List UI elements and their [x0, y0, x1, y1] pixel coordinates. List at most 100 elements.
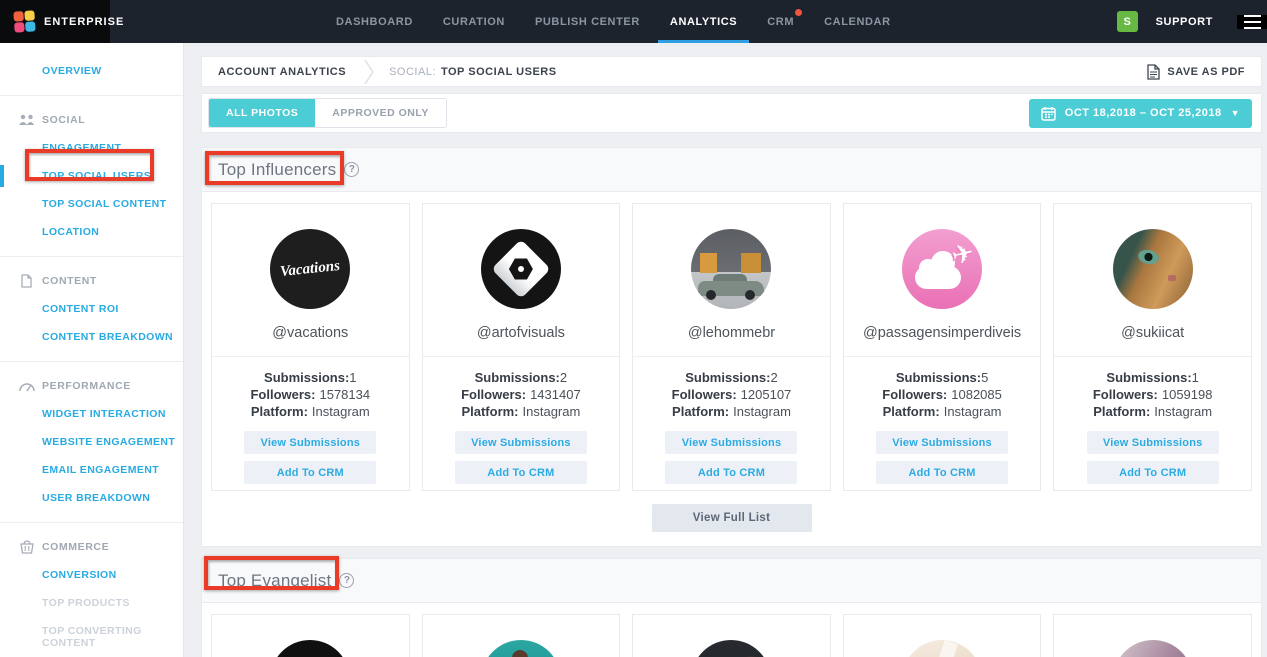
evangelist-card [211, 614, 410, 657]
followers-value: 1205107 [741, 387, 792, 402]
add-to-crm-button[interactable]: Add To CRM [455, 461, 587, 484]
users-icon [18, 112, 36, 128]
view-submissions-button[interactable]: View Submissions [665, 431, 797, 454]
nav-dashboard[interactable]: DASHBOARD [336, 0, 413, 43]
add-to-crm-button[interactable]: Add To CRM [876, 461, 1008, 484]
influencer-stats: Submissions:2 Followers:1431407 Platform… [423, 369, 620, 420]
sidebar-section-commerce: COMMERCE [0, 533, 183, 561]
save-as-pdf-button[interactable]: SAVE AS PDF [1147, 64, 1245, 80]
date-range-picker[interactable]: OCT 18,2018 – OCT 25,2018 ▼ [1029, 99, 1252, 128]
breadcrumb-account-analytics[interactable]: ACCOUNT ANALYTICS [218, 66, 346, 78]
sidebar-item-engagement[interactable]: ENGAGEMENT [0, 134, 183, 162]
filter-approved-only[interactable]: APPROVED ONLY [315, 99, 446, 127]
influencer-username: @sukiicat [1054, 325, 1251, 357]
main-content: ACCOUNT ANALYTICS SOCIAL: TOP SOCIAL USE… [184, 43, 1267, 657]
divider [0, 256, 183, 257]
platform-value: Instagram [733, 404, 791, 419]
view-submissions-button[interactable]: View Submissions [1087, 431, 1219, 454]
followers-value: 1059198 [1162, 387, 1213, 402]
avatar-cream-portrait-photo[interactable] [902, 640, 982, 657]
influencer-username: @passagensimperdiveis [844, 325, 1041, 357]
avatar-ocean-swimmer-photo[interactable] [481, 640, 561, 657]
divider [0, 522, 183, 523]
filter-bar: ALL PHOTOS APPROVED ONLY OCT 18,2018 – O… [201, 93, 1262, 133]
view-submissions-button[interactable]: View Submissions [455, 431, 587, 454]
avatar-diamond-shutter-logo[interactable] [481, 229, 561, 309]
avatar-dark-yellow-photo[interactable] [691, 640, 771, 657]
sidebar-item-overview[interactable]: OVERVIEW [0, 57, 183, 85]
avatar-black-circle-logo[interactable] [270, 640, 350, 657]
avatar-vacations-logo[interactable]: Vacations [270, 229, 350, 309]
influencer-card: @sukiicat Submissions:1 Followers:105919… [1053, 203, 1252, 491]
platform-value: Instagram [312, 404, 370, 419]
help-icon[interactable]: ? [344, 162, 359, 177]
sidebar-item-user-breakdown[interactable]: USER BREAKDOWN [0, 484, 183, 512]
filter-all-photos[interactable]: ALL PHOTOS [209, 99, 315, 127]
avatar-purple-hair-portrait-photo[interactable] [1113, 640, 1193, 657]
breadcrumb-current-page: TOP SOCIAL USERS [441, 66, 557, 78]
nav-curation[interactable]: CURATION [443, 0, 505, 43]
followers-label: Followers: [882, 387, 947, 402]
sidebar-section-label: COMMERCE [42, 541, 109, 553]
sidebar-section-label: CONTENT [42, 275, 97, 287]
influencer-stats: Submissions:1 Followers:1059198 Platform… [1054, 369, 1251, 420]
evangelist-card [1053, 614, 1252, 657]
date-range-label: OCT 18,2018 – OCT 25,2018 [1065, 107, 1222, 119]
view-full-list-button[interactable]: View Full List [652, 504, 812, 532]
submissions-label: Submissions: [264, 370, 349, 385]
nav-calendar[interactable]: CALENDAR [824, 0, 891, 43]
top-evangelist-panel: Top Evangelist ? [201, 558, 1262, 657]
add-to-crm-button[interactable]: Add To CRM [665, 461, 797, 484]
sidebar: OVERVIEW SOCIAL ENGAGEMENT TOP SOCIAL US… [0, 43, 184, 657]
nav-analytics[interactable]: ANALYTICS [670, 0, 737, 43]
hamburger-menu-icon[interactable] [1237, 15, 1267, 29]
nav-support[interactable]: SUPPORT [1156, 16, 1213, 28]
top-influencers-title: Top Influencers [218, 160, 336, 180]
navbar-right: S SUPPORT [1117, 0, 1267, 43]
influencer-card: @lehommebr Submissions:2 Followers:12051… [632, 203, 831, 491]
add-to-crm-button[interactable]: Add To CRM [1087, 461, 1219, 484]
evangelist-card [843, 614, 1042, 657]
sidebar-item-email-engagement[interactable]: EMAIL ENGAGEMENT [0, 456, 183, 484]
sidebar-item-website-engagement[interactable]: WEBSITE ENGAGEMENT [0, 428, 183, 456]
divider [0, 361, 183, 362]
influencer-stats: Submissions:5 Followers:1082085 Platform… [844, 369, 1041, 420]
help-icon[interactable]: ? [339, 573, 354, 588]
sidebar-item-content-breakdown[interactable]: CONTENT BREAKDOWN [0, 323, 183, 351]
submissions-value: 1 [349, 370, 356, 385]
document-icon [18, 273, 36, 289]
sidebar-item-widget-interaction[interactable]: WIDGET INTERACTION [0, 400, 183, 428]
top-evangelist-header: Top Evangelist ? [202, 559, 1261, 603]
top-navbar: ENTERPRISE DASHBOARD CURATION PUBLISH CE… [0, 0, 1267, 43]
avatar-cat-face-photo[interactable] [1113, 229, 1193, 309]
sidebar-item-conversion[interactable]: CONVERSION [0, 561, 183, 589]
influencer-username: @artofvisuals [423, 325, 620, 357]
platform-value: Instagram [1154, 404, 1212, 419]
sidebar-item-top-products: TOP PRODUCTS [0, 589, 183, 617]
sidebar-item-top-social-content[interactable]: TOP SOCIAL CONTENT [0, 190, 183, 218]
influencer-username: @vacations [212, 325, 409, 357]
submissions-label: Submissions: [475, 370, 560, 385]
platform-label: Platform: [883, 404, 940, 419]
platform-label: Platform: [251, 404, 308, 419]
brand[interactable]: ENTERPRISE [0, 0, 110, 43]
sidebar-section-label: SOCIAL [42, 114, 85, 126]
add-to-crm-button[interactable]: Add To CRM [244, 461, 376, 484]
avatar-car-street-photo[interactable] [691, 229, 771, 309]
pdf-file-icon [1147, 64, 1160, 80]
enterprise-logo-icon [13, 10, 35, 32]
view-submissions-button[interactable]: View Submissions [876, 431, 1008, 454]
sidebar-item-top-social-users[interactable]: TOP SOCIAL USERS [0, 162, 183, 190]
sidebar-item-location[interactable]: LOCATION [0, 218, 183, 246]
followers-value: 1431407 [530, 387, 581, 402]
nav-publish-center[interactable]: PUBLISH CENTER [535, 0, 640, 43]
save-as-pdf-label: SAVE AS PDF [1167, 66, 1245, 78]
breadcrumb-chevron-icon [364, 59, 375, 85]
avatar-pink-cloud-plane-logo[interactable]: ✈ [902, 229, 982, 309]
view-submissions-button[interactable]: View Submissions [244, 431, 376, 454]
user-avatar-badge[interactable]: S [1117, 11, 1138, 32]
notification-dot [795, 9, 802, 16]
nav-crm[interactable]: CRM [767, 0, 794, 43]
sidebar-item-content-roi[interactable]: CONTENT ROI [0, 295, 183, 323]
full-list-row: View Full List [202, 491, 1261, 546]
